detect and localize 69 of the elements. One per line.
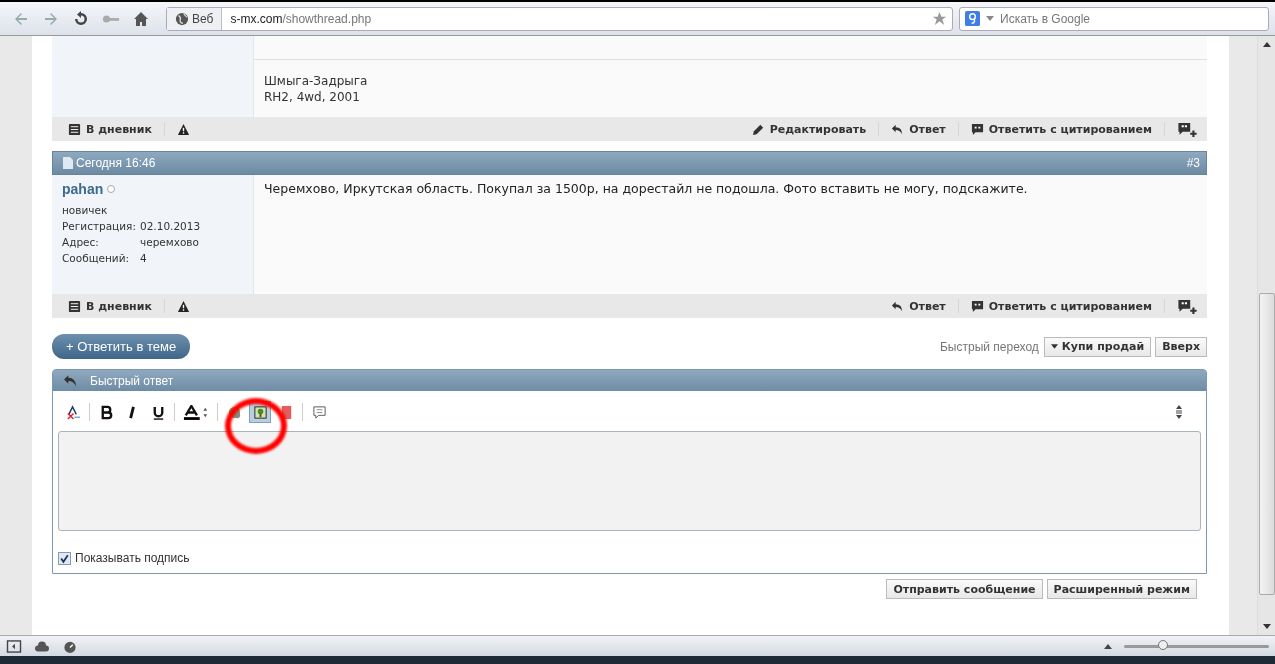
user-rank: новичек (62, 204, 109, 216)
checkbox-label: Показывать подпись (75, 551, 190, 565)
caret-icon (1050, 344, 1058, 349)
quick-reply-title: Быстрый ответ (90, 373, 174, 388)
reply-link[interactable]: Ответ (879, 122, 959, 136)
address-bar[interactable]: Веб s-mx.com/showthread.php (166, 6, 953, 31)
speedometer-icon[interactable] (62, 639, 78, 653)
reply-to-thread-button[interactable]: + Ответить в теме (52, 334, 191, 359)
image-icon (252, 404, 268, 420)
search-placeholder: Искать в Google (1000, 11, 1091, 26)
home-icon[interactable] (132, 10, 150, 27)
post-date: Сегодня 16:46 (63, 156, 156, 170)
notebook-icon (68, 122, 81, 136)
detail-label: Адрес: (62, 236, 100, 248)
highlight-circle (225, 398, 287, 454)
site-info-button[interactable]: Веб (167, 7, 223, 30)
reply-link[interactable]: Ответ (891, 299, 959, 313)
remove-format-icon (65, 404, 81, 420)
diary-link[interactable]: В дневник (68, 299, 165, 313)
quote-icon (970, 299, 984, 313)
quote-icon (970, 122, 984, 136)
url-host: s-mx.com (230, 11, 283, 26)
quote-plus-icon (1177, 121, 1197, 137)
warning-icon (176, 122, 190, 136)
search-engine-icon[interactable] (965, 11, 980, 26)
top-button[interactable]: Вверх (1155, 336, 1207, 357)
quote-plus-icon (1177, 298, 1197, 314)
text-color-icon (183, 404, 209, 420)
caret-icon[interactable] (986, 16, 994, 21)
diary-link[interactable]: В дневник (68, 122, 165, 136)
scroll-up-icon[interactable] (1262, 42, 1271, 47)
edit-link[interactable]: Редактировать (751, 122, 880, 136)
zoom-slider-thumb[interactable] (1158, 639, 1169, 650)
resize-arrows-icon[interactable] (1175, 404, 1183, 420)
reload-icon[interactable] (72, 10, 90, 27)
quote-icon (311, 404, 327, 420)
quote-link[interactable]: Ответить с цитированием (958, 122, 1165, 136)
up-arrow-icon[interactable] (1104, 643, 1112, 649)
quote-link[interactable]: Ответить с цитированием (958, 299, 1165, 313)
reply-arrow-icon (891, 299, 905, 313)
cloud-icon[interactable] (34, 639, 50, 653)
panel-toggle-icon[interactable] (6, 639, 22, 653)
search-field[interactable]: Искать в Google (959, 6, 1269, 31)
reply-icon (63, 373, 78, 388)
pencil-icon (751, 122, 765, 136)
scrollbar-thumb[interactable] (1258, 293, 1275, 595)
document-icon (63, 157, 73, 169)
detail-value: черемхово (140, 236, 199, 248)
quick-nav-label: Быстрый переход (940, 339, 1039, 354)
url-path: /showthread.php (282, 11, 372, 26)
detail-label: Сообщений: (62, 252, 131, 264)
reply-arrow-icon (891, 122, 905, 136)
notebook-icon (68, 299, 81, 313)
detail-value: 02.10.2013 (140, 220, 201, 232)
message-text: Черемхово, Иркутская область. Покупал за 1500р, на дорестайл не подошла. Фото вставить не могу, подскажите. (264, 181, 1029, 196)
advanced-mode-button[interactable]: Расширенный режим (1046, 579, 1197, 599)
globe-icon (175, 11, 189, 26)
detail-value: 4 (140, 252, 147, 264)
detail-label: Регистрация: (62, 220, 137, 232)
signature-line: RH2, 4wd, 2001 (264, 89, 361, 105)
forum-select-button[interactable]: Купи продай (1043, 336, 1152, 357)
submit-button[interactable]: Отправить сообщение (886, 579, 1043, 599)
star-icon[interactable] (932, 11, 947, 26)
checkbox[interactable] (58, 551, 71, 565)
username-link[interactable]: pahan (62, 181, 104, 197)
scroll-down-icon[interactable] (1262, 624, 1271, 629)
warning-icon (176, 299, 190, 313)
message-input[interactable] (58, 431, 1201, 531)
signature-line: Шмыга-Задрыга (264, 73, 369, 89)
